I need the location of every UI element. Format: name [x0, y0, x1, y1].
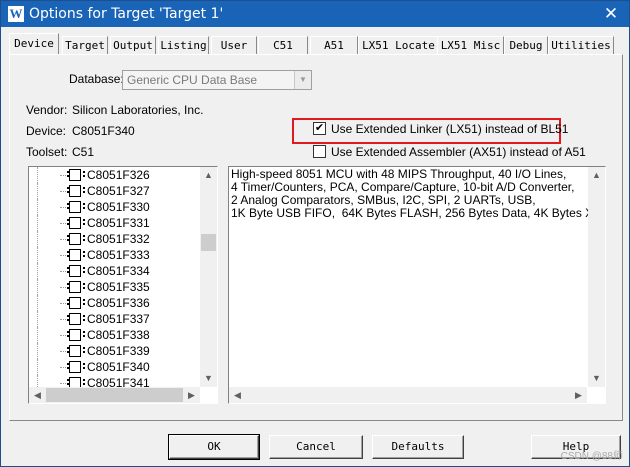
tree-item[interactable]: C8051F338	[29, 327, 199, 343]
chip-icon	[67, 361, 85, 373]
app-icon: W	[8, 6, 24, 22]
chevron-down-icon[interactable]: ▼	[294, 71, 311, 89]
tree-item-selected[interactable]: C8051F340	[29, 359, 199, 375]
scroll-up-icon[interactable]: ▲	[200, 167, 217, 184]
tab-lx51-misc[interactable]: LX51 Misc	[437, 36, 504, 54]
defaults-button[interactable]: Defaults	[372, 435, 464, 459]
tree-item[interactable]: C8051F339	[29, 343, 199, 359]
tree-item[interactable]: C8051F327	[29, 183, 199, 199]
chip-icon	[67, 169, 85, 181]
tab-output[interactable]: Output	[110, 36, 156, 54]
use-lx51-checkbox[interactable]: ✔	[313, 122, 326, 135]
chip-icon	[67, 297, 85, 309]
database-value: Generic CPU Data Base	[127, 73, 258, 87]
ok-button[interactable]: OK	[168, 434, 260, 460]
tree-item[interactable]: C8051F326	[29, 167, 199, 183]
vendor-label: Vendor:	[26, 103, 68, 117]
tab-lx51-locate[interactable]: LX51 Locate	[358, 36, 439, 54]
scroll-right-icon[interactable]: ▶	[570, 387, 587, 403]
title-bar[interactable]: W Options for Target 'Target 1' ✕	[1, 1, 629, 27]
tab-utilities[interactable]: Utilities	[548, 36, 614, 54]
tab-listing[interactable]: Listing	[158, 36, 209, 54]
use-ax51-checkbox[interactable]	[313, 145, 326, 158]
tab-c51[interactable]: C51	[258, 36, 308, 54]
chip-icon	[67, 281, 85, 293]
database-label: Database:	[69, 72, 124, 86]
description-horizontal-scrollbar[interactable]: ◀ ▶	[229, 387, 587, 403]
tree-item[interactable]: C8051F333	[29, 247, 199, 263]
scroll-right-icon[interactable]: ▶	[183, 387, 200, 403]
toolset-value: C51	[72, 145, 95, 159]
device-value: C8051F340	[72, 124, 135, 138]
device-description: High-speed 8051 MCU with 48 MIPS Through…	[228, 166, 606, 404]
chip-icon	[67, 185, 85, 197]
description-vertical-scrollbar[interactable]: ▲ ▼	[588, 167, 605, 387]
scroll-down-icon[interactable]: ▼	[588, 370, 605, 387]
watermark: CSDN @88师	[560, 451, 623, 462]
tab-target[interactable]: Target	[62, 36, 108, 54]
device-tree[interactable]: C8051F326 C8051F327 C8051F330 C8051F331 …	[28, 166, 218, 404]
toolset-label: Toolset:	[26, 145, 68, 159]
scroll-up-icon[interactable]: ▲	[588, 167, 605, 184]
tree-item[interactable]: C8051F335	[29, 279, 199, 295]
tree-item[interactable]: C8051F336	[29, 295, 199, 311]
description-text: High-speed 8051 MCU with 48 MIPS Through…	[231, 167, 606, 220]
tree-item[interactable]: C8051F330	[29, 199, 199, 215]
tree-item[interactable]: C8051F334	[29, 263, 199, 279]
use-ax51-label[interactable]: Use Extended Assembler (AX51) instead of…	[331, 145, 586, 159]
tab-a51[interactable]: A51	[310, 36, 358, 54]
use-lx51-label[interactable]: Use Extended Linker (LX51) instead of BL…	[331, 122, 568, 136]
tree-horizontal-scrollbar[interactable]: ◀ ▶	[29, 387, 200, 403]
scroll-left-icon[interactable]: ◀	[229, 387, 246, 403]
options-dialog: W Options for Target 'Target 1' ✕ Device…	[0, 0, 630, 467]
tab-debug[interactable]: Debug	[504, 36, 548, 54]
chip-icon	[67, 201, 85, 213]
tree-vertical-scrollbar[interactable]: ▲ ▼	[200, 167, 217, 387]
scroll-down-icon[interactable]: ▼	[200, 370, 217, 387]
vendor-value: Silicon Laboratories, Inc.	[72, 103, 204, 117]
chip-icon	[67, 217, 85, 229]
chip-icon	[67, 313, 85, 325]
database-select[interactable]: Generic CPU Data Base ▼	[122, 70, 312, 90]
scroll-thumb[interactable]	[46, 388, 183, 402]
scroll-thumb[interactable]	[201, 234, 216, 251]
chip-icon	[67, 329, 85, 341]
device-label: Device:	[26, 124, 67, 138]
tree-item[interactable]: C8051F332	[29, 231, 199, 247]
chip-icon	[67, 249, 85, 261]
tree-item[interactable]: C8051F331	[29, 215, 199, 231]
close-icon[interactable]: ✕	[601, 4, 621, 24]
tab-device[interactable]: Device	[9, 33, 59, 54]
cancel-button[interactable]: Cancel	[269, 435, 363, 459]
tree-item[interactable]: C8051F337	[29, 311, 199, 327]
chip-icon	[67, 345, 85, 357]
chip-icon	[67, 265, 85, 277]
chip-icon	[67, 233, 85, 245]
tab-user[interactable]: User	[211, 36, 257, 54]
window-title: Options for Target 'Target 1'	[29, 6, 224, 22]
scroll-left-icon[interactable]: ◀	[29, 387, 46, 403]
